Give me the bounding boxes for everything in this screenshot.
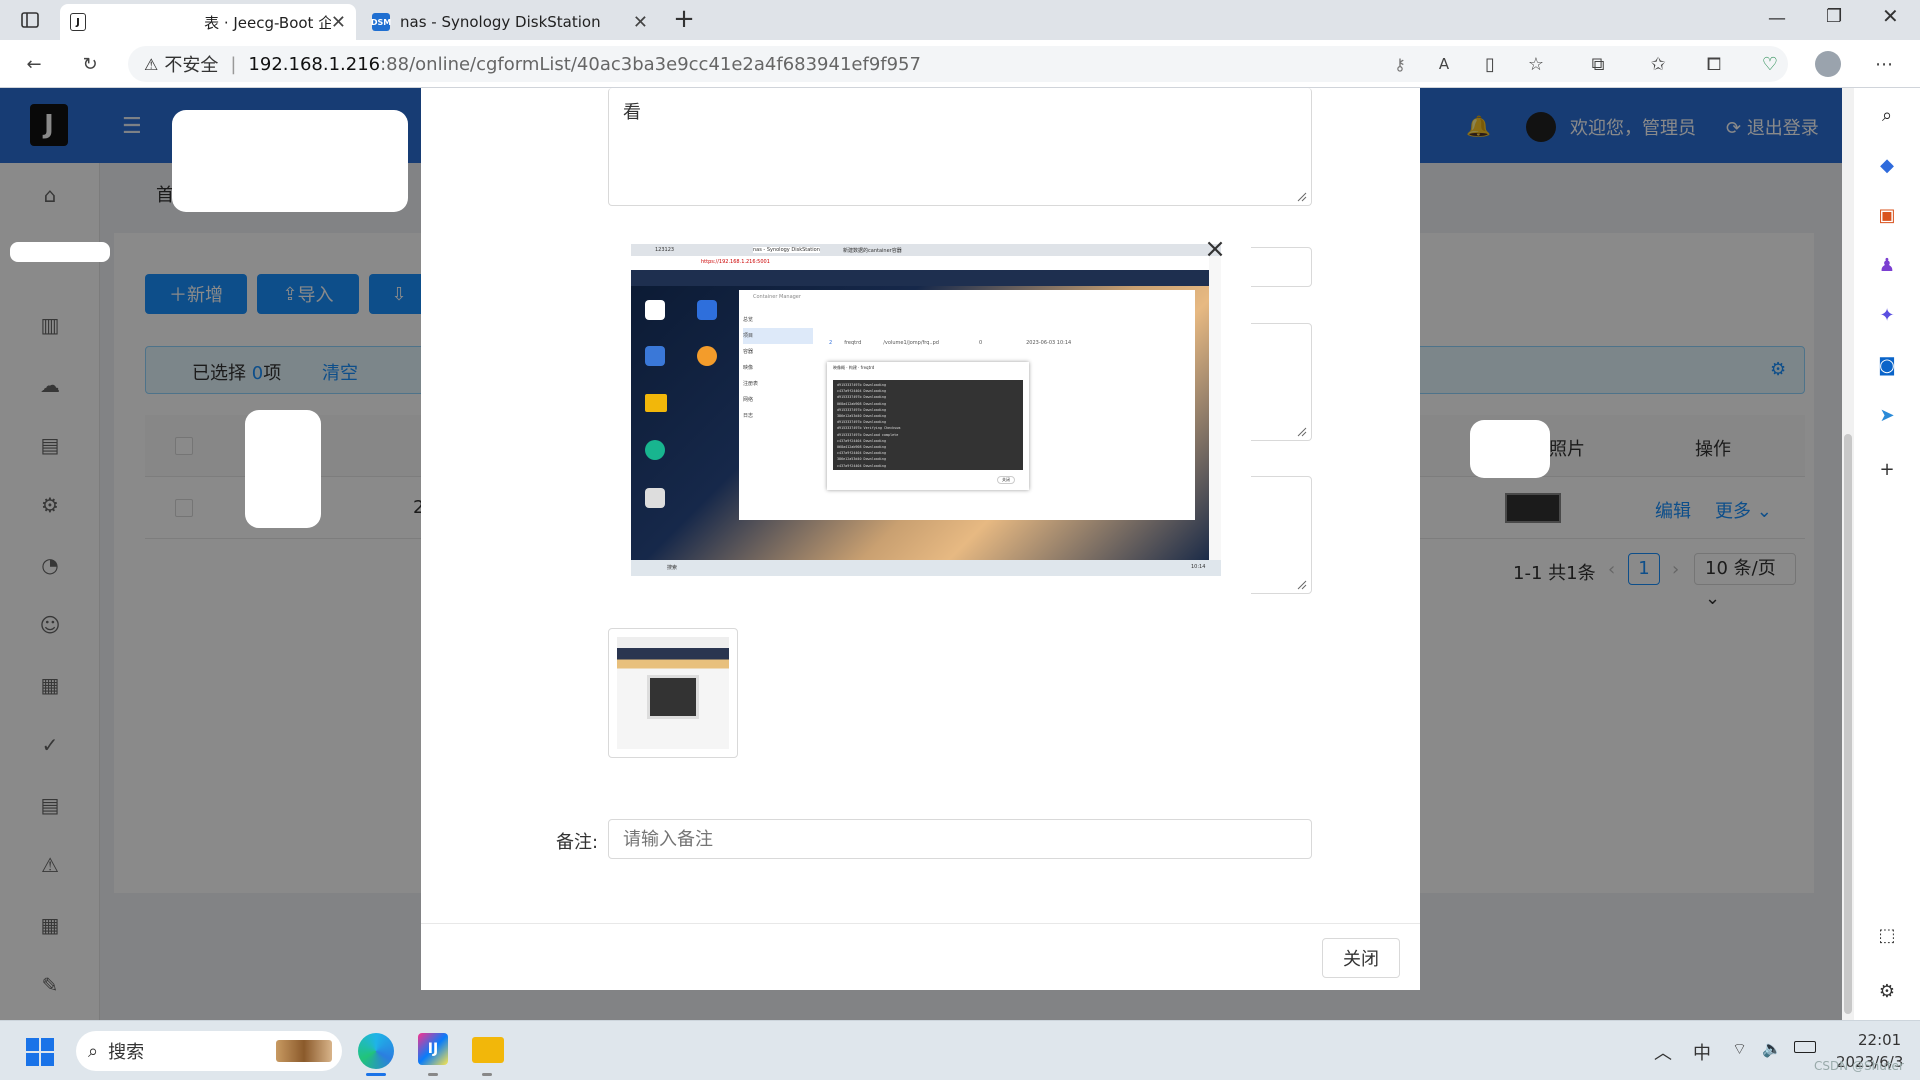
remark-input[interactable] [608,819,1312,859]
tab-synology[interactable]: DSM nas - Synology DiskStation ✕ [362,4,658,40]
edge-tools-icon[interactable]: ▣ [1874,202,1900,228]
log-line: c437a9f24404 Downloading [837,463,886,468]
preview-image: 123123 nas - Synology DiskStation 新建数据的c… [631,244,1221,576]
tab-jeecg[interactable]: J 表 · Jeecg-Boot 企业 ✕ [60,4,356,40]
windows-start-icon[interactable] [26,1038,54,1066]
dsm-icon-control [645,346,665,366]
profile-avatar-icon[interactable] [1814,50,1842,78]
mini-tab: 123123 [655,247,675,253]
build-log-dialog: 映像概 · 构建 · freqtrd d9153337497b Download… [827,362,1029,490]
settings-more-icon[interactable]: ⋯ [1870,50,1898,78]
file-explorer-taskbar-icon[interactable] [472,1037,504,1063]
address-bar-row: ← ↻ ⚠ 不安全 | 192.168.1.216 :88/online/cgf… [0,40,1920,88]
image-preview-dialog: 123123 nas - Synology DiskStation 新建数据的c… [601,214,1251,605]
remark-label: 备注: [556,832,599,853]
preview-close-icon[interactable]: × [1203,236,1227,262]
dsm-icon-help [645,440,665,460]
back-icon[interactable]: ← [20,50,48,78]
intellij-taskbar-icon[interactable]: IJ [418,1033,448,1065]
taskbar-search-label: 搜索 [108,1042,145,1063]
browser-tab-strip: J 表 · Jeecg-Boot 企业 ✕ DSM nas - Synology… [0,0,1920,40]
favorites-icon[interactable]: ✩ [1644,50,1672,78]
insecure-label: 不安全 [164,55,219,76]
mini-url: https://192.168.1.216:5001 [701,259,770,265]
mini-tab: nas - Synology DiskStation [753,247,820,253]
redaction-patch [442,234,602,690]
extensions-icon[interactable]: ⧉ [1584,50,1612,78]
redaction-patch [245,410,321,528]
collections-icon[interactable]: ⧠ [1700,50,1728,78]
watermark-text: CSDN @Shuter [1814,1059,1904,1073]
jeecg-favicon-icon: J [70,13,87,31]
url-host: 192.168.1.216 [248,53,381,75]
volume-icon[interactable]: 🔈 [1762,1039,1782,1058]
dsm-icon-photos [697,346,717,366]
redaction-patch [1470,420,1550,478]
tab-close-icon[interactable]: ✕ [331,12,346,33]
dsm-icon-filestation [645,394,667,412]
close-window-icon[interactable]: ✕ [1882,4,1899,28]
url-path: :88/online/cgformList/40ac3ba3e9cc41e2a4… [380,53,921,75]
edge-copilot-icon[interactable]: ✦ [1874,302,1900,328]
restore-icon[interactable]: ❐ [1826,6,1842,27]
performance-icon[interactable]: ♡ [1756,50,1784,78]
edge-games-icon[interactable]: ♟ [1874,252,1900,278]
resize-handle-icon[interactable] [1297,427,1307,437]
tab-synology-title: nas - Synology DiskStation [400,13,601,31]
dsm-icon-package [645,300,665,320]
password-key-icon[interactable]: ⚷ [1386,50,1414,78]
refresh-icon[interactable]: ↻ [76,50,104,78]
log-console: d9153337497b Downloading c437a9f24404 Dow… [833,380,1023,470]
search-icon: ⌕ [88,1040,99,1062]
clock-time[interactable]: 22:01 [1858,1031,1901,1049]
warning-icon: ⚠ [144,54,159,74]
edge-outlook-icon[interactable]: ◙ [1874,352,1900,378]
redaction-patch [10,242,110,262]
tab-jeecg-title: 表 · Jeecg-Boot 企业 [204,13,331,32]
tab-actions-icon[interactable] [18,8,42,32]
new-tab-button[interactable]: + [668,4,700,36]
modal-footer-divider [421,923,1420,924]
uploaded-image-thumbnail[interactable] [608,628,738,758]
split-screen-icon[interactable]: ▯ [1476,50,1504,78]
resize-handle-icon[interactable] [1297,580,1307,590]
redaction-patch [462,102,590,130]
wifi-icon[interactable]: ⌔ [1732,1039,1747,1059]
dsm-icon-drive [697,300,717,320]
redaction-patch [172,110,408,212]
search-highlight-icon [276,1040,332,1062]
resize-handle-icon[interactable] [1297,192,1307,202]
tab-close-icon[interactable]: ✕ [633,12,648,33]
dsm-icon-drive-admin [645,488,665,508]
edge-search-icon[interactable]: ⌕ [1874,102,1900,128]
mini-tab: 新建数据的cantainer容器 [843,248,902,254]
minimize-icon[interactable]: — [1768,8,1786,29]
top-textarea-text: 看 [623,102,641,123]
edge-taskbar-icon[interactable] [358,1033,394,1069]
edge-send-icon[interactable]: ➤ [1874,402,1900,428]
dsm-favicon-icon: DSM [371,13,391,31]
battery-icon[interactable] [1794,1041,1816,1053]
ime-indicator[interactable]: 中 [1693,1039,1711,1065]
windows-taskbar: ⌕ 搜索 IJ ︿ 中 ⌔ 🔈 22:01 2023/6/3 CSDN @Shu… [0,1020,1920,1080]
tray-chevron-icon[interactable]: ︿ [1654,1039,1672,1065]
add-favorite-icon[interactable]: ☆ [1522,50,1550,78]
taskbar-search-box[interactable]: ⌕ 搜索 [76,1031,342,1071]
modal-close-button[interactable]: 关闭 [1322,938,1400,978]
edge-screenshot-icon[interactable]: ⬚ [1874,922,1900,948]
edge-add-icon[interactable]: + [1874,456,1900,482]
page-scrollbar[interactable] [1842,88,1854,1020]
read-aloud-icon[interactable]: A [1430,50,1458,78]
container-manager-window: Container Manager 总览 项目 容器 映像 注册表 网络 日志 … [739,290,1195,520]
edge-settings-icon[interactable]: ⚙ [1874,978,1900,1004]
edge-shopping-icon[interactable]: ◆ [1874,152,1900,178]
redaction-patch [642,96,978,140]
